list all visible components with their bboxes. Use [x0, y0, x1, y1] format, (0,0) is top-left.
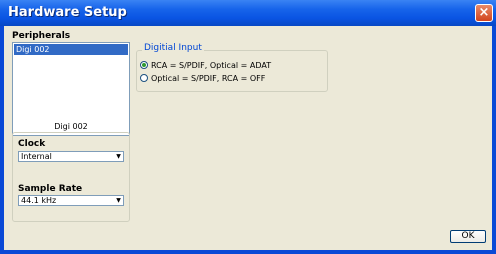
chevron-down-icon[interactable]: ▼ — [114, 196, 123, 205]
digital-input-title: Digitial Input — [142, 43, 204, 53]
digital-input-group — [136, 50, 328, 92]
sample-rate-select[interactable]: 44.1 kHz ▼ — [18, 195, 124, 206]
radio-selected-icon[interactable] — [140, 61, 148, 69]
peripherals-title: Peripherals — [12, 31, 71, 41]
window-title: Hardware Setup — [8, 5, 127, 20]
title-bar[interactable]: Hardware Setup × — [0, 0, 496, 26]
chevron-down-icon[interactable]: ▼ — [114, 152, 123, 161]
ok-button[interactable]: OK — [450, 230, 486, 243]
hardware-setup-window: Hardware Setup × Peripherals Digi 002 Di… — [0, 0, 496, 254]
option-label: Optical = S/PDIF, RCA = OFF — [151, 74, 266, 83]
selected-device-label: Digi 002 — [54, 122, 88, 131]
sample-rate-value: 44.1 kHz — [21, 196, 57, 205]
list-item[interactable]: Digi 002 — [14, 44, 128, 55]
option-label: RCA = S/PDIF, Optical = ADAT — [151, 61, 272, 70]
digital-input-option-2[interactable]: Optical = S/PDIF, RCA = OFF — [140, 73, 265, 84]
dialog-body: Peripherals Digi 002 Digi 002 Clock Inte… — [4, 26, 492, 250]
clock-label: Clock — [18, 139, 46, 149]
clock-select[interactable]: Internal ▼ — [18, 151, 124, 162]
sample-rate-label: Sample Rate — [18, 184, 83, 194]
clock-value: Internal — [21, 152, 52, 161]
digital-input-option-1[interactable]: RCA = S/PDIF, Optical = ADAT — [140, 60, 271, 71]
close-icon[interactable]: × — [475, 4, 493, 22]
radio-unselected-icon[interactable] — [140, 74, 148, 82]
